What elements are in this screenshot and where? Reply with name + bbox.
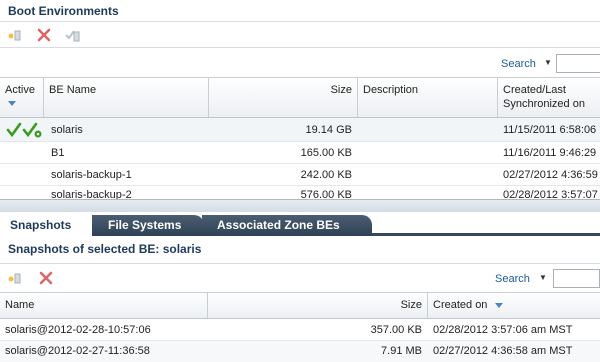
be-description [358,142,498,164]
be-description [358,118,498,142]
sort-desc-icon [8,101,16,106]
snapshot-row[interactable]: solaris@2012-02-28-10:57:06 357.00 KB 02… [0,319,600,341]
be-name: B1 [51,147,65,159]
col-created[interactable]: Created/Last Synchronized on [498,78,600,117]
be-row[interactable]: solaris-backup-2 576.00 KB 02/28/2012 3:… [0,186,600,199]
col-snapshot-created[interactable]: Created on [428,293,600,318]
snapshot-row[interactable]: solaris@2012-02-27-11:36:58 7.91 MB 02/2… [0,341,600,362]
be-row[interactable]: solaris 19.14 GB 11/15/2011 6:58:06 [0,118,600,142]
col-be-name[interactable]: BE Name [44,78,209,117]
be-name: solaris [51,124,83,136]
be-search-bar: Search ▼ [0,50,600,78]
create-be-button[interactable] [6,27,22,43]
be-created: 02/27/2012 4:36:59 [503,169,598,181]
snapshots-title: Snapshots of selected BE: solaris [0,238,600,264]
create-snapshot-button[interactable] [6,270,22,286]
col-be-name-label: BE Name [49,84,97,96]
create-be-icon [8,30,21,41]
activate-icon [65,30,80,42]
delete-be-button[interactable] [36,27,52,43]
be-row[interactable]: B1 165.00 KB 11/16/2011 9:46:29 [0,142,600,164]
active-indicator [0,118,44,142]
tab-file-systems[interactable]: File Systems [92,215,204,236]
be-row[interactable]: solaris-backup-1 242.00 KB 02/27/2012 4:… [0,164,600,186]
be-size: 19.14 GB [305,124,352,136]
snapshot-search-input[interactable] [553,269,600,288]
col-description[interactable]: Description [358,78,498,117]
snapshot-search-dropdown-icon[interactable]: ▼ [539,273,547,282]
col-snapshot-size-label: Size [400,299,422,311]
tab-associated-zone-bes[interactable]: Associated Zone BEs [202,215,372,236]
active-check-icon [6,122,42,138]
panel-splitter[interactable] [0,199,600,212]
be-name: solaris-backup-1 [51,169,132,181]
activate-be-button[interactable] [64,27,80,43]
snapshot-name: solaris@2012-02-27-11:36:58 [5,345,150,357]
col-snapshot-name[interactable]: Name [0,293,208,318]
snapshot-name: solaris@2012-02-28-10:57:06 [5,324,151,336]
col-size[interactable]: Size [209,78,358,117]
be-size: 242.00 KB [300,169,352,181]
col-active[interactable]: Active [0,78,44,117]
col-created-label-1: Created/Last [503,84,566,96]
boot-environments-title: Boot Environments [0,0,600,22]
sort-desc-icon [494,302,503,308]
snapshot-created: 02/27/2012 4:36:58 am MST [433,345,573,357]
create-snapshot-icon [8,273,21,284]
be-search-label[interactable]: Search [501,58,536,70]
col-description-label: Description [363,84,419,96]
be-table-header: Active BE Name Size Description Created/… [0,78,600,118]
snapshot-table-header: Name Size Created on [0,293,600,319]
be-toolbar [0,22,600,48]
tab-snapshots[interactable]: Snapshots [0,215,92,236]
snapshot-toolbar: Search ▼ [0,264,600,293]
be-size: 576.00 KB [300,189,352,199]
col-snapshot-size[interactable]: Size [208,293,428,318]
snapshot-size: 7.91 MB [381,345,422,357]
be-search-input[interactable] [556,54,600,73]
col-snapshot-name-label: Name [5,299,35,311]
delete-icon [37,28,51,42]
col-active-label: Active [5,84,35,96]
detail-tabs: Snapshots File Systems Associated Zone B… [0,212,600,236]
be-created: 02/28/2012 3:57:07 [503,189,598,199]
be-name: solaris-backup-2 [51,189,132,199]
be-created: 11/16/2011 9:46:29 [503,147,597,159]
be-size: 165.00 KB [300,147,352,159]
snapshot-created: 02/28/2012 3:57:06 am MST [433,324,573,336]
delete-icon [39,271,53,285]
delete-snapshot-button[interactable] [38,270,54,286]
col-size-label: Size [330,84,352,96]
col-snapshot-created-label: Created on [433,299,488,311]
be-description [358,164,498,186]
col-created-label-2: Synchronized on [503,98,585,110]
snapshot-size: 357.00 KB [370,324,422,336]
snapshot-search-label[interactable]: Search [495,273,530,285]
be-search-dropdown-icon[interactable]: ▼ [544,58,552,67]
be-created: 11/15/2011 6:58:06 [503,124,597,136]
